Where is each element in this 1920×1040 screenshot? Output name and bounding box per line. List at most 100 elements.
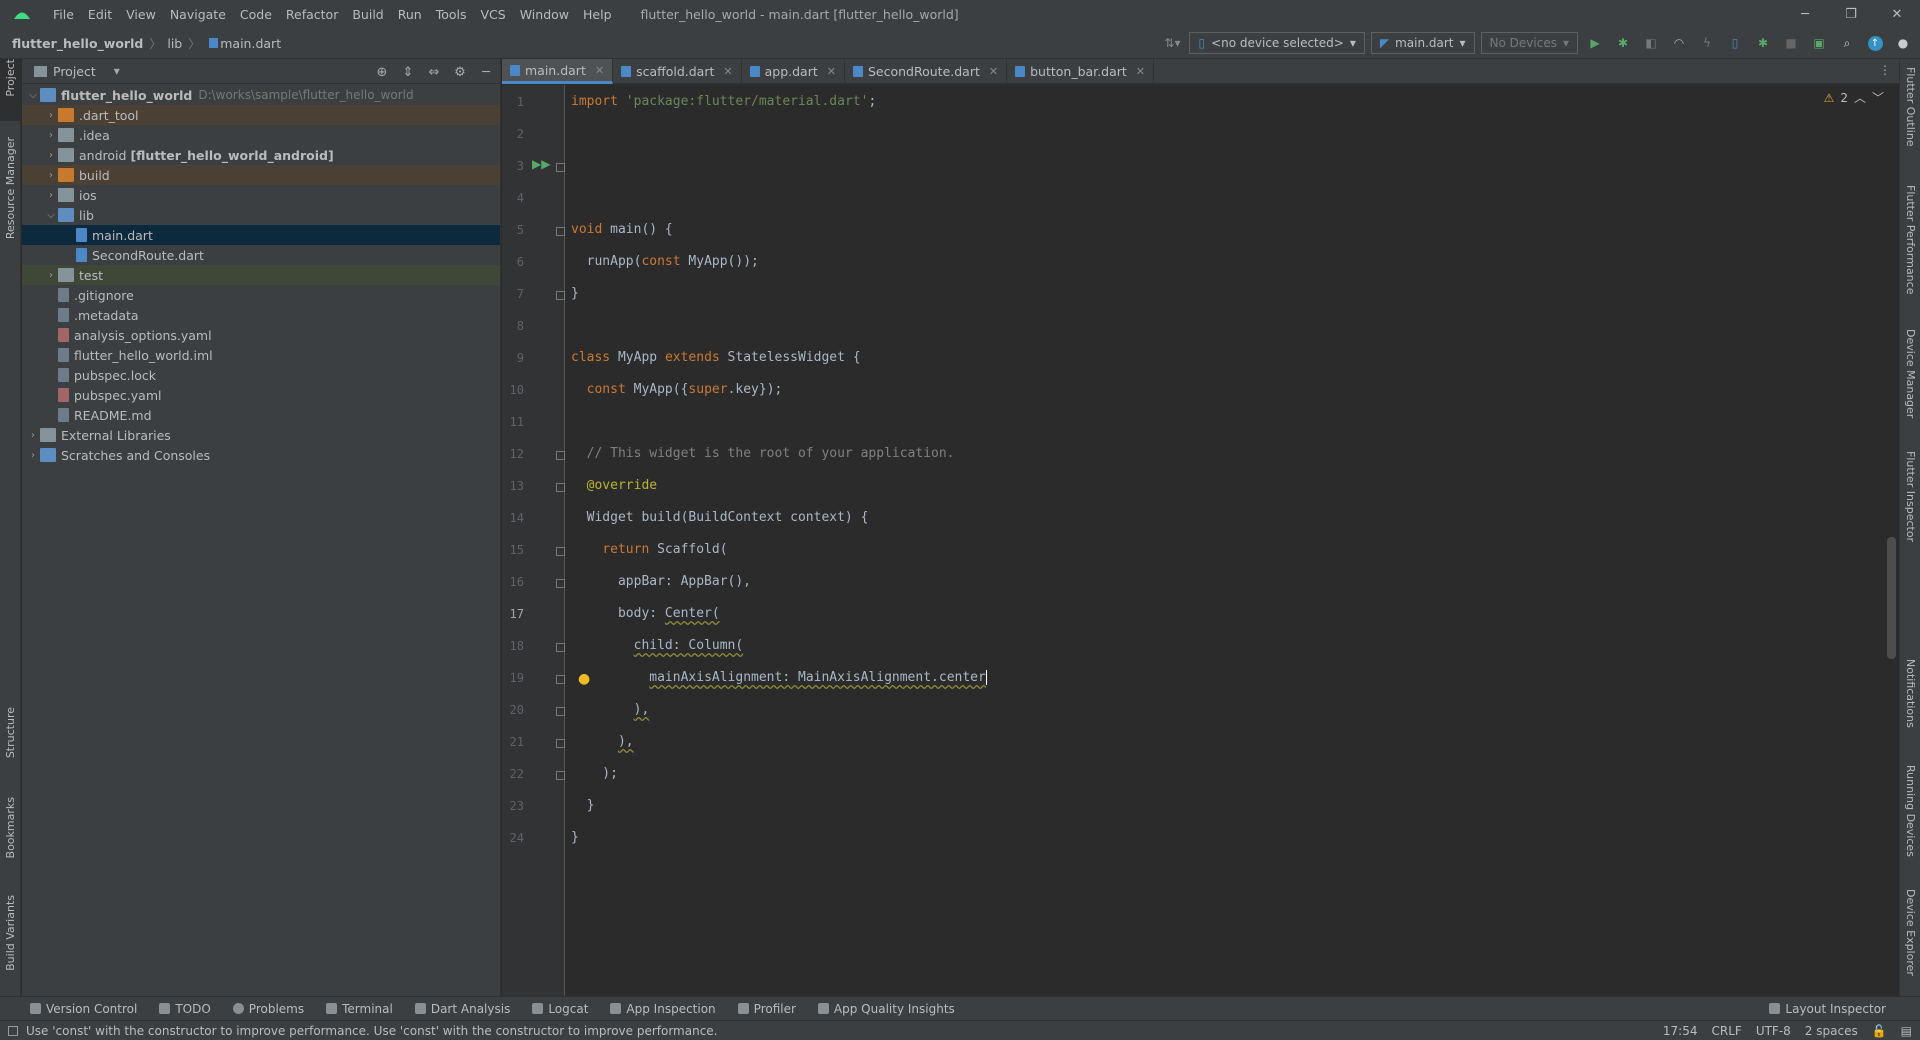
inspection-widget[interactable]: ⚠ 2 ︿ ﹀ <box>1824 89 1884 106</box>
menu-vcs[interactable]: VCS <box>474 7 513 22</box>
editor-tab-app-dart[interactable]: app.dart ✕ <box>742 59 845 84</box>
tool-version-control[interactable]: Version Control <box>30 1002 137 1016</box>
tree-item[interactable]: main.dart <box>22 225 500 245</box>
hide-icon[interactable]: ─ <box>476 62 496 82</box>
tree-item[interactable]: ⌵ flutter_hello_world D:\works\sample\flut… <box>22 85 500 105</box>
tool-tab-notifications[interactable]: Notifications <box>1900 659 1920 749</box>
fold-marker-icon[interactable] <box>556 771 565 780</box>
tool-problems[interactable]: Problems <box>232 1002 304 1016</box>
tree-item[interactable]: pubspec.yaml <box>22 385 500 405</box>
tool-app-quality-insights[interactable]: App Quality Insights <box>817 1002 955 1016</box>
tree-item[interactable]: SecondRoute.dart <box>22 245 500 265</box>
fold-marker-icon[interactable] <box>556 163 565 172</box>
collapse-all-icon[interactable]: ⇔ <box>424 62 444 82</box>
run-gutter-icon[interactable]: ▶▶ <box>532 157 550 171</box>
close-icon[interactable]: ✕ <box>827 65 836 78</box>
editor-tab-main-dart[interactable]: main.dart ✕ <box>502 59 614 84</box>
chevron-down-icon[interactable]: ⌵ <box>26 90 40 101</box>
tree-item[interactable]: flutter_hello_world.iml <box>22 345 500 365</box>
menu-navigate[interactable]: Navigate <box>163 7 233 22</box>
tree-item[interactable]: .metadata <box>22 305 500 325</box>
chevron-right-icon[interactable]: › <box>44 170 58 181</box>
menu-tools[interactable]: Tools <box>429 7 474 22</box>
chevron-right-icon[interactable]: › <box>26 430 40 441</box>
breadcrumb-project[interactable]: flutter_hello_world <box>12 36 143 51</box>
fold-marker-icon[interactable] <box>556 579 565 588</box>
file-encoding[interactable]: UTF-8 <box>1756 1024 1791 1038</box>
tool-logcat[interactable]: Logcat <box>532 1002 588 1016</box>
close-icon[interactable]: ✕ <box>723 65 732 78</box>
chevron-right-icon[interactable]: › <box>26 450 40 461</box>
tree-item[interactable]: › .dart_tool <box>22 105 500 125</box>
tree-item[interactable]: › build <box>22 165 500 185</box>
lightbulb-icon[interactable]: ● <box>578 671 590 687</box>
fold-marker-icon[interactable] <box>556 643 565 652</box>
editor-tab-secondroute-dart[interactable]: SecondRoute.dart ✕ <box>845 59 1008 84</box>
run-icon[interactable]: ▶ <box>1584 32 1606 54</box>
tree-item[interactable]: ⌵ lib <box>22 205 500 225</box>
run-config-selector[interactable]: ◤ main.dart ▾ <box>1370 32 1475 54</box>
device-selector[interactable]: ▯ <no device selected> ▾ <box>1189 32 1365 54</box>
tree-item[interactable]: README.md <box>22 405 500 425</box>
lock-icon[interactable]: 🔓 <box>1872 1024 1887 1038</box>
locate-icon[interactable]: ⊕ <box>372 62 392 82</box>
tree-item[interactable]: analysis_options.yaml <box>22 325 500 345</box>
menu-refactor[interactable]: Refactor <box>279 7 345 22</box>
fold-marker-icon[interactable] <box>556 675 565 684</box>
chevron-right-icon[interactable]: › <box>44 150 58 161</box>
tool-tab-flutter-performance[interactable]: Flutter Performance <box>1900 185 1920 315</box>
tool-tab-resource-manager[interactable]: Resource Manager <box>0 137 21 267</box>
line-separator[interactable]: CRLF <box>1712 1024 1742 1038</box>
previous-highlight-icon[interactable]: ︿ <box>1854 89 1866 106</box>
chevron-right-icon[interactable]: › <box>44 190 58 201</box>
fold-marker-icon[interactable] <box>556 483 565 492</box>
tool-app-inspection[interactable]: App Inspection <box>610 1002 716 1016</box>
caret-position[interactable]: 17:54 <box>1663 1024 1698 1038</box>
status-message[interactable]: Use 'const' with the constructor to impr… <box>26 1024 718 1038</box>
close-window-button[interactable]: ✕ <box>1874 0 1920 28</box>
tool-tab-build-variants[interactable]: Build Variants <box>0 895 21 995</box>
vcs-update-icon[interactable]: ⇅▾ <box>1161 32 1183 54</box>
chevron-right-icon[interactable]: › <box>44 270 58 281</box>
tool-tab-device-explorer[interactable]: Device Explorer <box>1900 889 1920 989</box>
fold-marker-icon[interactable] <box>556 547 565 556</box>
tool-profiler[interactable]: Profiler <box>737 1002 796 1016</box>
editor-scrollbar[interactable] <box>1884 85 1899 996</box>
tree-item[interactable]: › ios <box>22 185 500 205</box>
menu-code[interactable]: Code <box>233 7 279 22</box>
gear-icon[interactable]: ⚙ <box>450 62 470 82</box>
search-icon[interactable]: ⌕ <box>1836 32 1858 54</box>
fold-marker-icon[interactable] <box>556 291 565 300</box>
menu-file[interactable]: File <box>46 7 81 22</box>
status-square-icon[interactable] <box>8 1025 18 1036</box>
profile-icon[interactable]: ◠ <box>1668 32 1690 54</box>
fold-marker-icon[interactable] <box>556 227 565 236</box>
fold-marker-icon[interactable] <box>556 739 565 748</box>
minimize-button[interactable]: ─ <box>1782 0 1828 28</box>
expand-all-icon[interactable]: ⇕ <box>398 62 418 82</box>
menu-help[interactable]: Help <box>576 7 619 22</box>
close-icon[interactable]: ✕ <box>595 64 604 77</box>
hot-reload-icon[interactable]: ϟ <box>1696 32 1718 54</box>
tree-item[interactable]: .gitignore <box>22 285 500 305</box>
close-icon[interactable]: ✕ <box>1136 65 1145 78</box>
update-icon[interactable]: ↑ <box>1864 32 1886 54</box>
device-manager-icon[interactable]: ▣ <box>1808 32 1830 54</box>
more-tabs-icon[interactable]: ⋮ <box>1879 63 1891 77</box>
tool-terminal[interactable]: Terminal <box>326 1002 393 1016</box>
tree-item[interactable]: › External Libraries <box>22 425 500 445</box>
chevron-right-icon[interactable]: › <box>44 130 58 141</box>
chevron-down-icon[interactable]: ▾ <box>114 64 120 78</box>
tree-item[interactable]: › android [flutter_hello_world_android] <box>22 145 500 165</box>
stop-icon[interactable]: ■ <box>1780 32 1802 54</box>
tool-tab-project[interactable]: Project <box>0 59 21 121</box>
menu-edit[interactable]: Edit <box>81 7 119 22</box>
editor-tab-scaffold-dart[interactable]: scaffold.dart ✕ <box>613 59 742 84</box>
indent-setting[interactable]: 2 spaces <box>1805 1024 1858 1038</box>
breadcrumb-file[interactable]: main.dart <box>220 36 281 51</box>
fold-marker-icon[interactable] <box>556 707 565 716</box>
close-icon[interactable]: ✕ <box>989 65 998 78</box>
account-icon[interactable]: ● <box>1892 32 1914 54</box>
devices-selector[interactable]: No Devices ▾ <box>1480 32 1578 54</box>
restore-button[interactable]: ❐ <box>1828 0 1874 28</box>
